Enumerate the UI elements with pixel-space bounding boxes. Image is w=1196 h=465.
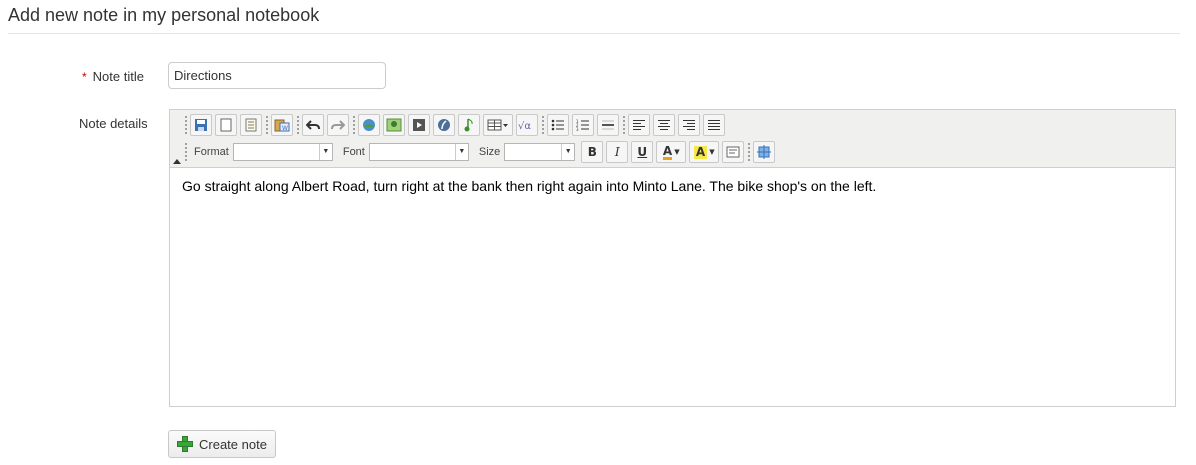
highlight-color-button[interactable]: A ▼ (689, 141, 720, 163)
rich-text-editor: W √α 1 2 3 Format ▼ Font ▼ Size ▼ B I U … (169, 109, 1176, 407)
align-center-icon[interactable] (653, 114, 675, 136)
justify-icon[interactable] (703, 114, 725, 136)
note-title-label: Note title (92, 69, 144, 84)
toolbar-grip[interactable] (541, 115, 545, 135)
toolbar-grip[interactable] (184, 115, 188, 135)
highlight-icon: A (693, 144, 708, 159)
insert-media-icon[interactable] (408, 114, 430, 136)
toolbar-grip[interactable] (622, 115, 626, 135)
note-details-editor[interactable]: Go straight along Albert Road, turn righ… (182, 178, 1163, 194)
create-note-label: Create note (199, 436, 267, 452)
chevron-down-icon: ▼ (318, 144, 332, 160)
align-right-icon[interactable] (678, 114, 700, 136)
font-select[interactable]: ▼ (368, 143, 469, 161)
toolbar-row-1: W √α 1 2 3 (184, 113, 728, 137)
italic-button[interactable]: I (606, 141, 629, 163)
chevron-down-icon: ▼ (674, 148, 680, 156)
bold-button[interactable]: B (581, 141, 604, 163)
plus-icon (177, 436, 193, 452)
table-icon[interactable] (483, 114, 513, 136)
create-note-button[interactable]: Create note (168, 430, 276, 458)
toolbar-grip[interactable] (296, 115, 300, 135)
redo-icon[interactable] (327, 114, 349, 136)
toolbar-grip[interactable] (747, 142, 752, 162)
align-left-icon[interactable] (628, 114, 650, 136)
insert-audio-icon[interactable] (458, 114, 480, 136)
bulleted-list-icon[interactable] (547, 114, 569, 136)
required-marker: * (82, 70, 87, 84)
size-select[interactable]: ▼ (504, 143, 576, 161)
font-label: Font (342, 146, 365, 158)
toolbar-grip[interactable] (184, 142, 188, 162)
save-icon[interactable] (190, 114, 212, 136)
chevron-down-icon: ▼ (454, 144, 468, 160)
size-label: Size (478, 146, 501, 158)
collapse-toolbar-icon[interactable] (173, 159, 181, 164)
toolbar-grip[interactable] (265, 115, 269, 135)
fullscreen-icon[interactable] (753, 141, 776, 163)
toolbar-row-2: Format ▼ Font ▼ Size ▼ B I U A ▼ A ▼ (184, 140, 778, 164)
format-label: Format (194, 146, 229, 158)
templates-icon[interactable] (240, 114, 262, 136)
remove-format-icon[interactable] (722, 141, 745, 163)
chevron-down-icon: ▼ (709, 148, 715, 156)
equation-icon[interactable]: √α (516, 114, 538, 136)
note-title-label-group: * Note title (82, 69, 144, 84)
note-title-input[interactable] (168, 62, 386, 89)
page-title: Add new note in my personal notebook (8, 5, 320, 25)
title-divider (8, 33, 1180, 34)
horizontal-rule-icon[interactable] (597, 114, 619, 136)
chevron-down-icon: ▼ (561, 144, 574, 160)
numbered-list-icon[interactable]: 123 (572, 114, 594, 136)
new-document-icon[interactable] (215, 114, 237, 136)
toolbar-grip[interactable] (352, 115, 356, 135)
paste-from-word-icon[interactable]: W (271, 114, 293, 136)
editor-toolbar: W √α 1 2 3 Format ▼ Font ▼ Size ▼ B I U … (170, 110, 1175, 168)
text-color-button[interactable]: A ▼ (656, 141, 687, 163)
undo-icon[interactable] (302, 114, 324, 136)
insert-flash-icon[interactable] (433, 114, 455, 136)
insert-picture-icon[interactable] (383, 114, 405, 136)
text-color-icon: A (662, 143, 673, 160)
svg-text:3: 3 (576, 127, 579, 131)
format-select[interactable]: ▼ (232, 143, 333, 161)
insert-image-icon[interactable] (358, 114, 380, 136)
svg-text:√α: √α (518, 121, 531, 131)
underline-button[interactable]: U (631, 141, 654, 163)
svg-text:W: W (282, 125, 288, 132)
note-details-label: Note details (79, 116, 148, 131)
